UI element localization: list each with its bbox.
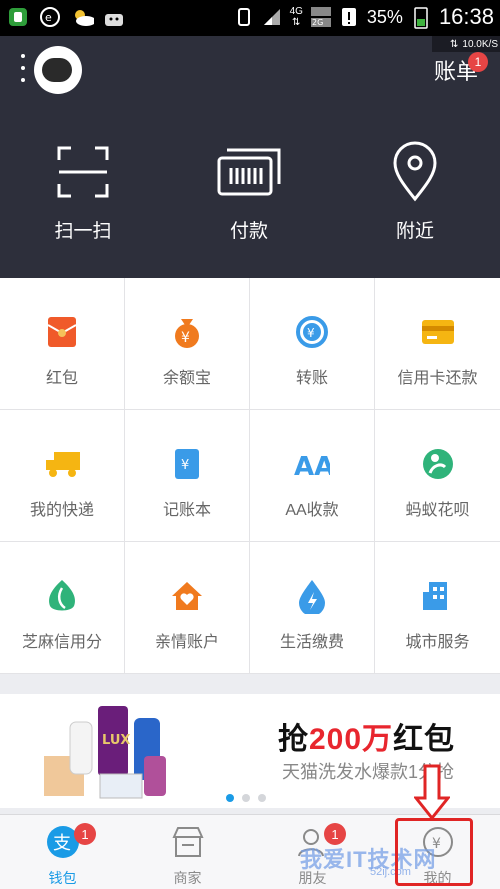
carousel-dots xyxy=(226,794,266,802)
aa-icon: AA xyxy=(294,446,330,482)
notebook-icon: ¥ xyxy=(169,446,205,482)
net-speed-indicator: ⇅ 10.0K/S xyxy=(432,36,500,52)
clock: 16:38 xyxy=(438,4,494,29)
svg-text:LUX: LUX xyxy=(102,733,130,748)
vibrate-icon xyxy=(234,5,254,29)
grid-item-transfer[interactable]: ¥ 转账 xyxy=(250,278,375,410)
nearby-button[interactable]: 附近 xyxy=(332,140,498,243)
scan-button[interactable]: 扫一扫 xyxy=(0,140,166,243)
android-icon xyxy=(102,5,126,29)
shampoo-products-image: LUX xyxy=(40,696,170,802)
grid-item-notebook[interactable]: ¥ 记账本 xyxy=(125,410,250,542)
huabei-icon xyxy=(420,446,456,482)
signal-icon: 2G xyxy=(310,5,331,29)
grid-item-red-envelope[interactable]: 红包 xyxy=(0,278,125,410)
grid-item-family[interactable]: 亲情账户 xyxy=(125,542,250,674)
svg-text:e: e xyxy=(45,11,52,24)
network-4g: 4G ⇅ xyxy=(289,6,303,28)
location-pin-icon xyxy=(392,140,438,204)
red-envelope-icon xyxy=(44,314,80,350)
truck-icon xyxy=(44,446,80,482)
scan-icon xyxy=(55,140,111,204)
svg-text:AA: AA xyxy=(294,452,330,479)
grid-item-city[interactable]: 城市服务 xyxy=(375,542,500,674)
grid-item-aa[interactable]: AA AA收款 xyxy=(250,410,375,542)
grid-item-utilities[interactable]: 生活缴费 xyxy=(250,542,375,674)
grid-item-huabei[interactable]: 蚂蚁花呗 xyxy=(375,410,500,542)
updown-arrow-icon: ⇅ xyxy=(450,38,459,50)
carousel-dot[interactable] xyxy=(242,794,250,802)
avatar[interactable] xyxy=(34,46,82,94)
pay-button[interactable]: 付款 xyxy=(166,140,332,243)
family-house-icon xyxy=(169,578,205,614)
status-bar: e 4G ⇅ 2G 35% 16:38 xyxy=(0,0,500,36)
bill-badge: 1 xyxy=(468,52,488,72)
tab-wallet[interactable]: 支 钱包 1 xyxy=(0,815,125,889)
drop-icon xyxy=(294,578,330,614)
credit-card-icon xyxy=(420,314,456,350)
grid-item-sesame[interactable]: 芝麻信用分 xyxy=(0,542,125,674)
wallet-header: ⇅ 10.0K/S 账单 1 扫一扫 付款 附近 xyxy=(0,36,500,278)
browser-icon: e xyxy=(38,5,62,29)
pay-label: 付款 xyxy=(229,221,268,242)
menu-dots-icon[interactable] xyxy=(18,54,28,82)
barcode-icon xyxy=(217,140,281,204)
battery-icon xyxy=(411,5,431,29)
scan-label: 扫一扫 xyxy=(54,221,112,242)
store-icon xyxy=(171,825,205,864)
building-icon xyxy=(420,578,456,614)
svg-text:¥: ¥ xyxy=(181,330,190,346)
grid-item-express[interactable]: 我的快递 xyxy=(0,410,125,542)
money-bag-icon: ¥ xyxy=(169,314,205,350)
nearby-label: 附近 xyxy=(395,221,434,242)
annotation-highlight-box xyxy=(395,818,473,886)
carousel-dot[interactable] xyxy=(258,794,266,802)
banner-title: 抢200万红包 xyxy=(278,723,456,756)
tab-wallet-badge: 1 xyxy=(74,823,96,845)
tab-merchants[interactable]: 商家 xyxy=(125,815,250,889)
svg-text:2G: 2G xyxy=(312,18,323,27)
wifi-icon xyxy=(262,5,282,29)
shield-app-icon xyxy=(6,5,30,29)
grid-item-yuebao[interactable]: ¥ 余额宝 xyxy=(125,278,250,410)
service-grid: 红包 ¥ 余额宝 ¥ 转账 信用卡还款 我的快递 ¥ 记账本 AA AA收款 蚂… xyxy=(0,278,500,674)
carousel-dot-active[interactable] xyxy=(226,794,234,802)
sesame-icon xyxy=(44,578,80,614)
svg-text:¥: ¥ xyxy=(181,458,189,473)
battery-percent: 35% xyxy=(366,6,403,27)
annotation-arrow-icon xyxy=(412,764,452,825)
grid-item-credit-card[interactable]: 信用卡还款 xyxy=(375,278,500,410)
svg-text:¥: ¥ xyxy=(307,326,315,340)
sim-alert-icon xyxy=(339,5,359,29)
transfer-icon: ¥ xyxy=(294,314,330,350)
weather-icon xyxy=(70,5,94,29)
svg-text:支: 支 xyxy=(53,833,71,854)
